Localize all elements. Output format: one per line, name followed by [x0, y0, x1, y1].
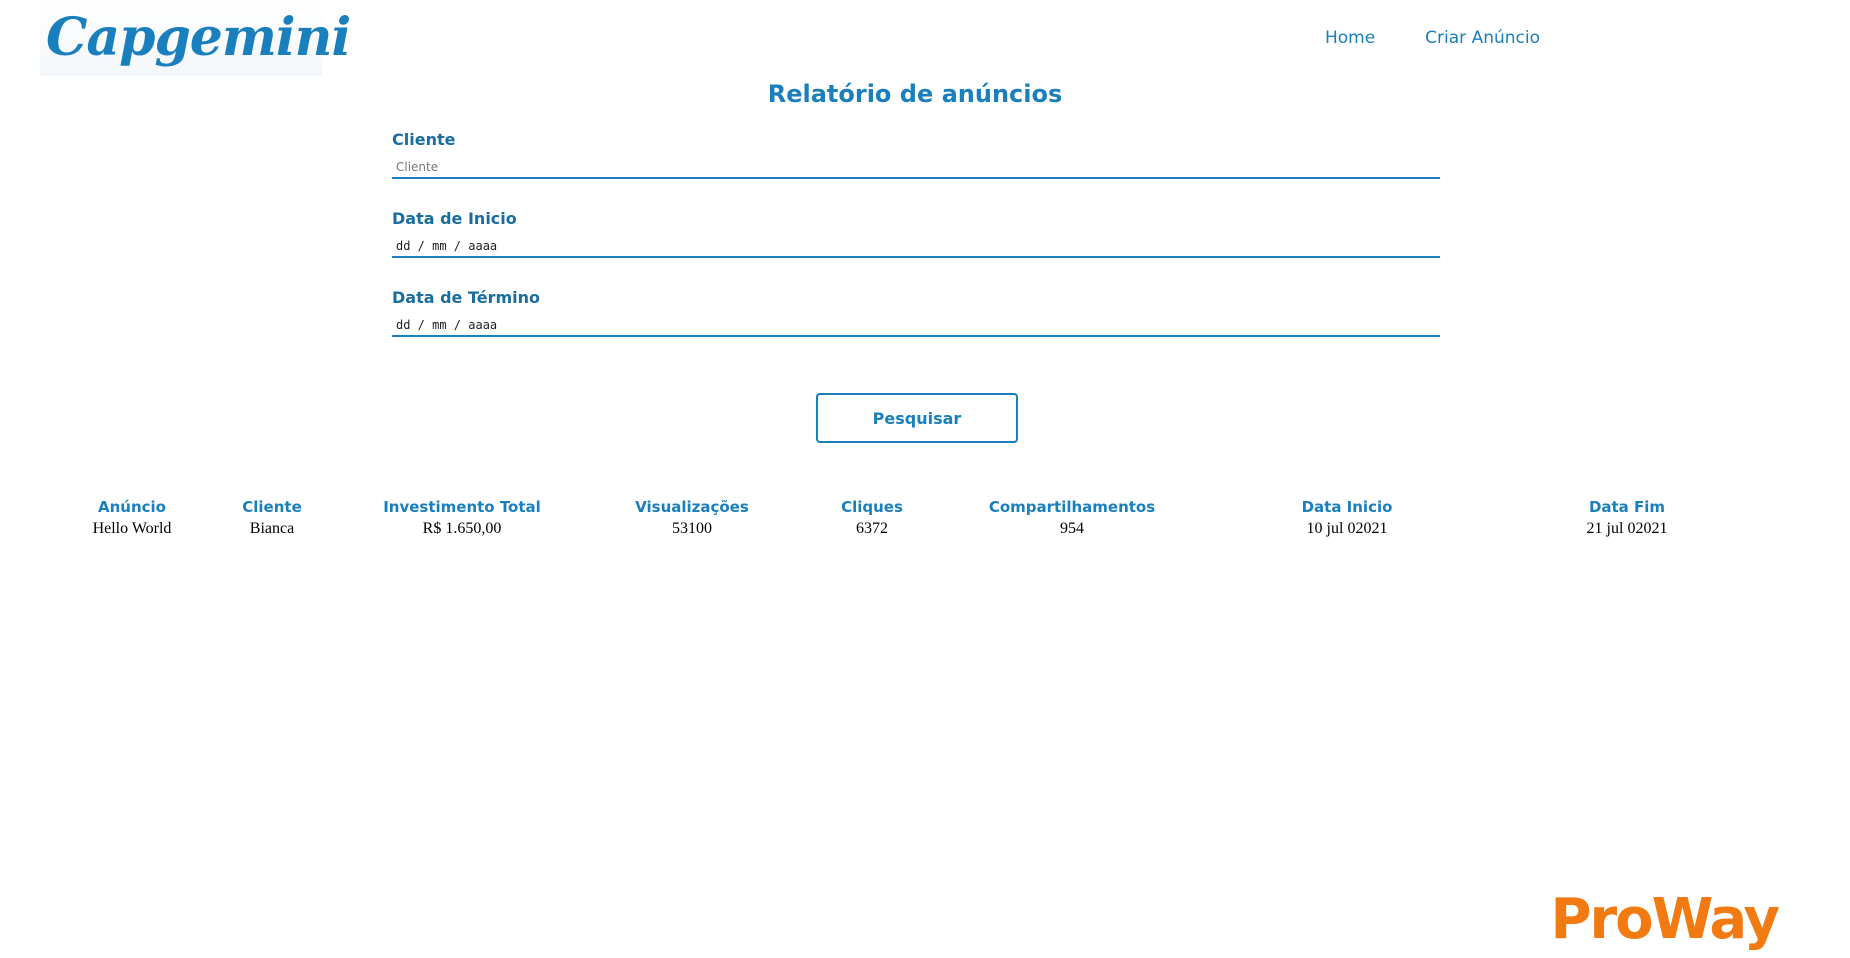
end-date-field: Data de Término — [392, 288, 1440, 337]
cell-shares: 954 — [1060, 520, 1084, 537]
header-ad: Anúncio — [98, 498, 166, 516]
header-shares: Compartilhamentos — [988, 498, 1156, 516]
header-clicks: Cliques — [841, 498, 903, 516]
header-client: Cliente — [242, 498, 302, 516]
logo-text: Capgemini — [46, 7, 351, 68]
nav-home-link[interactable]: Home — [1325, 28, 1375, 48]
capgemini-logo: Capgemini — [40, 0, 351, 76]
header-total-investment: Investimento Total — [383, 498, 541, 516]
cell-clicks: 6372 — [856, 520, 888, 537]
client-field: Cliente — [392, 130, 1440, 179]
client-input[interactable] — [392, 157, 1440, 179]
cell-views: 53100 — [672, 520, 712, 537]
cell-total-investment: R$ 1.650,00 — [422, 520, 502, 537]
start-date-label: Data de Inicio — [392, 209, 517, 228]
report-table: Anúncio Cliente Investimento Total Visua… — [62, 496, 1762, 540]
page: Capgemini Home Criar Anúncio Relatório d… — [0, 0, 1850, 958]
search-form: Cliente Data de Inicio Data de Término — [392, 130, 1440, 367]
search-button[interactable]: Pesquisar — [816, 393, 1018, 443]
header-end-date: Data Fim — [1588, 498, 1666, 516]
table-row: Hello World Bianca R$ 1.650,00 53100 637… — [62, 518, 1762, 540]
top-nav: Home Criar Anúncio — [1325, 28, 1540, 48]
header-start-date: Data Inicio — [1301, 498, 1393, 516]
cell-end-date: 21 jul 02021 — [1586, 520, 1668, 537]
cell-start-date: 10 jul 02021 — [1306, 520, 1388, 537]
page-title: Relatório de anúncios — [767, 80, 1063, 108]
table-header-row: Anúncio Cliente Investimento Total Visua… — [62, 496, 1762, 518]
proway-logo: ProWay — [1550, 887, 1780, 952]
start-date-field: Data de Inicio — [392, 209, 1440, 258]
client-label: Cliente — [392, 130, 456, 149]
cell-ad: Hello World — [92, 520, 172, 537]
end-date-input[interactable] — [392, 315, 1440, 337]
cell-client: Bianca — [249, 520, 295, 537]
nav-create-ad-link[interactable]: Criar Anúncio — [1425, 28, 1540, 48]
start-date-input[interactable] — [392, 236, 1440, 258]
end-date-label: Data de Término — [392, 288, 541, 307]
header-views: Visualizações — [635, 498, 749, 516]
